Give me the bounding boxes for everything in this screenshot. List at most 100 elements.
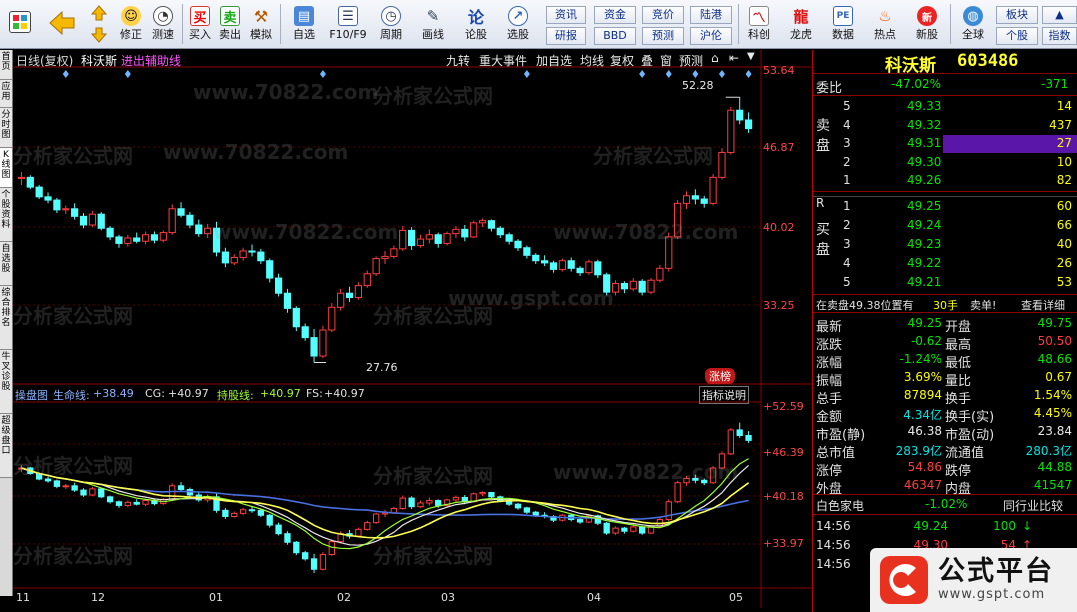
auction-button[interactable]: 竞价 [642, 6, 684, 24]
bid-level-row[interactable]: 3 49.23 40 [813, 236, 1077, 254]
industry-name[interactable]: 白色家电 [816, 497, 864, 514]
hk-connect-button[interactable]: 陆港 [690, 6, 732, 24]
low-price-label: 27.76 [366, 361, 398, 374]
pin-icon[interactable]: ⇤ [729, 51, 739, 65]
tab-stock-profile[interactable]: 个股资料 [0, 188, 12, 242]
hot-spot-button[interactable]: ♨ 热点 [868, 3, 902, 47]
x-axis-label: 05 [729, 591, 743, 604]
index-button[interactable]: 指数 [1042, 27, 1077, 45]
research-button[interactable]: 研报 [546, 27, 586, 45]
tab-apps[interactable]: 应用 [0, 80, 12, 108]
star-board-button[interactable]: 〽 科创 [742, 3, 776, 47]
dropdown-icon[interactable]: ▼ [747, 51, 755, 62]
window-button[interactable]: 窗 [660, 52, 672, 69]
kline-chart-area[interactable]: 日线(复权) 科沃斯 进出辅助线 九转 重大事件 加自选 均线 复权 叠 窗 预… [13, 50, 811, 608]
forecast-button[interactable]: 预测 [642, 27, 684, 45]
ask-level-row[interactable]: 4 49.32 437 [813, 117, 1077, 135]
data-button[interactable]: PE 数据 [826, 3, 860, 47]
compare-industry-button[interactable]: 同行业比较 [1003, 497, 1063, 514]
price-tick: 40.02 [763, 221, 795, 234]
add-watchlist-button[interactable]: 加自选 [536, 52, 572, 69]
tab-home[interactable]: 首页 [0, 50, 12, 80]
event-marker-icon[interactable] [124, 70, 131, 78]
ask-level-row[interactable]: 3 49.31 27 [813, 135, 1077, 153]
global-button[interactable]: ◍ 全球 [954, 3, 992, 47]
ask-level-row[interactable]: 1 49.26 82 [813, 172, 1077, 190]
pick-stock-icon: ↗ [508, 6, 528, 26]
sector-button[interactable]: 板块 [996, 6, 1038, 24]
tab-watchlist[interactable]: 自选股 [0, 242, 12, 286]
x-axis-label: 02 [337, 591, 351, 604]
single-stock-button[interactable]: 个股 [996, 27, 1038, 45]
new-stock-button[interactable]: 新 新股 [910, 3, 944, 47]
refresh-button[interactable]: ☺ 修正 [116, 3, 146, 47]
sell-button[interactable]: 卖 卖出 [216, 3, 244, 47]
tab-diagnosis[interactable]: 牛叉诊股 [0, 350, 12, 414]
bbd-button[interactable]: BBD [594, 27, 636, 45]
aux-line-label[interactable]: 进出辅助线 [121, 52, 181, 69]
up-arrow-icon[interactable] [88, 3, 110, 47]
overlay-button[interactable]: 叠 [641, 52, 653, 69]
indicator-bar [576, 519, 584, 523]
adjust-price-button[interactable]: 复权 [610, 52, 634, 69]
period-button[interactable]: ◷ 周期 [372, 3, 410, 47]
ask-level-row[interactable]: 5 49.33 14 [813, 98, 1077, 116]
watchlist-button[interactable]: ▤ 自选 [284, 3, 324, 47]
view-detail-button[interactable]: 查看详细 [1021, 297, 1065, 313]
indicator-bar [736, 429, 743, 436]
major-events-button[interactable]: 重大事件 [479, 52, 527, 69]
stock-picker-button[interactable]: ↗ 选股 [498, 3, 538, 47]
period-label[interactable]: 日线(复权) [16, 52, 73, 69]
ask-volume: 10 [1056, 154, 1072, 169]
ask-price: 49.32 [907, 117, 942, 132]
tab-ranking[interactable]: 综合排名 [0, 286, 12, 350]
discuss-stock-button[interactable]: 论 论股 [458, 3, 494, 47]
event-marker-icon[interactable] [319, 70, 326, 78]
event-marker-icon[interactable] [745, 70, 752, 78]
simulate-button[interactable]: ⚒ 模拟 [246, 3, 276, 47]
home-icon[interactable]: ⌂ [711, 51, 719, 65]
tab-order-book[interactable]: 超级盘口 [0, 414, 12, 478]
indicator-name[interactable]: 操盘图 [15, 387, 48, 403]
tab-kline[interactable]: K线图 [0, 148, 12, 188]
nine-turn-button[interactable]: 九转 [446, 52, 470, 69]
event-marker-icon[interactable] [718, 70, 725, 78]
bid-level-row[interactable]: 5 49.21 53 [813, 274, 1077, 292]
tab-intraday[interactable]: 分时图 [0, 108, 12, 148]
buy-button[interactable]: 买 买入 [186, 3, 214, 47]
speed-test-button[interactable]: ◔ 测速 [148, 3, 178, 47]
stats-row: 市盈(静) 46.38 市盈(动) 23.84 [813, 423, 1077, 443]
forecast-chart-button[interactable]: 预测 [679, 52, 703, 69]
event-marker-icon[interactable] [62, 70, 69, 78]
industry-change: -1.02% [925, 497, 968, 511]
indicator-bar [222, 509, 229, 517]
candle-body [53, 199, 61, 211]
bid-level-row[interactable]: 1 49.25 60 [813, 198, 1077, 216]
fund-button[interactable]: 资金 [594, 6, 636, 24]
stats-row: 振幅 3.69% 量比 0.67 [813, 369, 1077, 389]
moving-average-button[interactable]: 均线 [580, 52, 604, 69]
candle-body [549, 262, 558, 270]
news-button[interactable]: 资讯 [546, 6, 586, 24]
grid-view-icon[interactable] [6, 3, 34, 47]
indicator-help-button[interactable]: 指标说明 [699, 386, 749, 404]
bid-level-row[interactable]: 4 49.22 26 [813, 255, 1077, 273]
ask-level-row[interactable]: 2 49.30 10 [813, 154, 1077, 172]
back-arrow-icon[interactable] [46, 3, 78, 47]
event-marker-icon[interactable] [639, 70, 646, 78]
gavel-icon: ⚒ [253, 6, 269, 26]
draw-line-button[interactable]: ✎ 画线 [414, 3, 452, 47]
life-line-label: 生命线: [53, 389, 90, 402]
cg-label: CG: [145, 387, 165, 400]
event-marker-icon[interactable] [692, 70, 699, 78]
dragon-tiger-button[interactable]: 龍 龙虎 [784, 3, 818, 47]
limit-up-badge[interactable]: 涨榜 [705, 368, 735, 384]
trend-button[interactable]: ▲ [1042, 6, 1077, 24]
candle-body [736, 109, 744, 121]
event-marker-icon[interactable] [665, 70, 672, 78]
f10-button[interactable]: ☰ F10/F9 [326, 3, 370, 47]
bid-level-row[interactable]: 2 49.24 66 [813, 217, 1077, 235]
candle-body [727, 109, 735, 153]
shanghai-london-button[interactable]: 沪伦 [690, 27, 732, 45]
event-marker-icon[interactable] [523, 70, 530, 78]
